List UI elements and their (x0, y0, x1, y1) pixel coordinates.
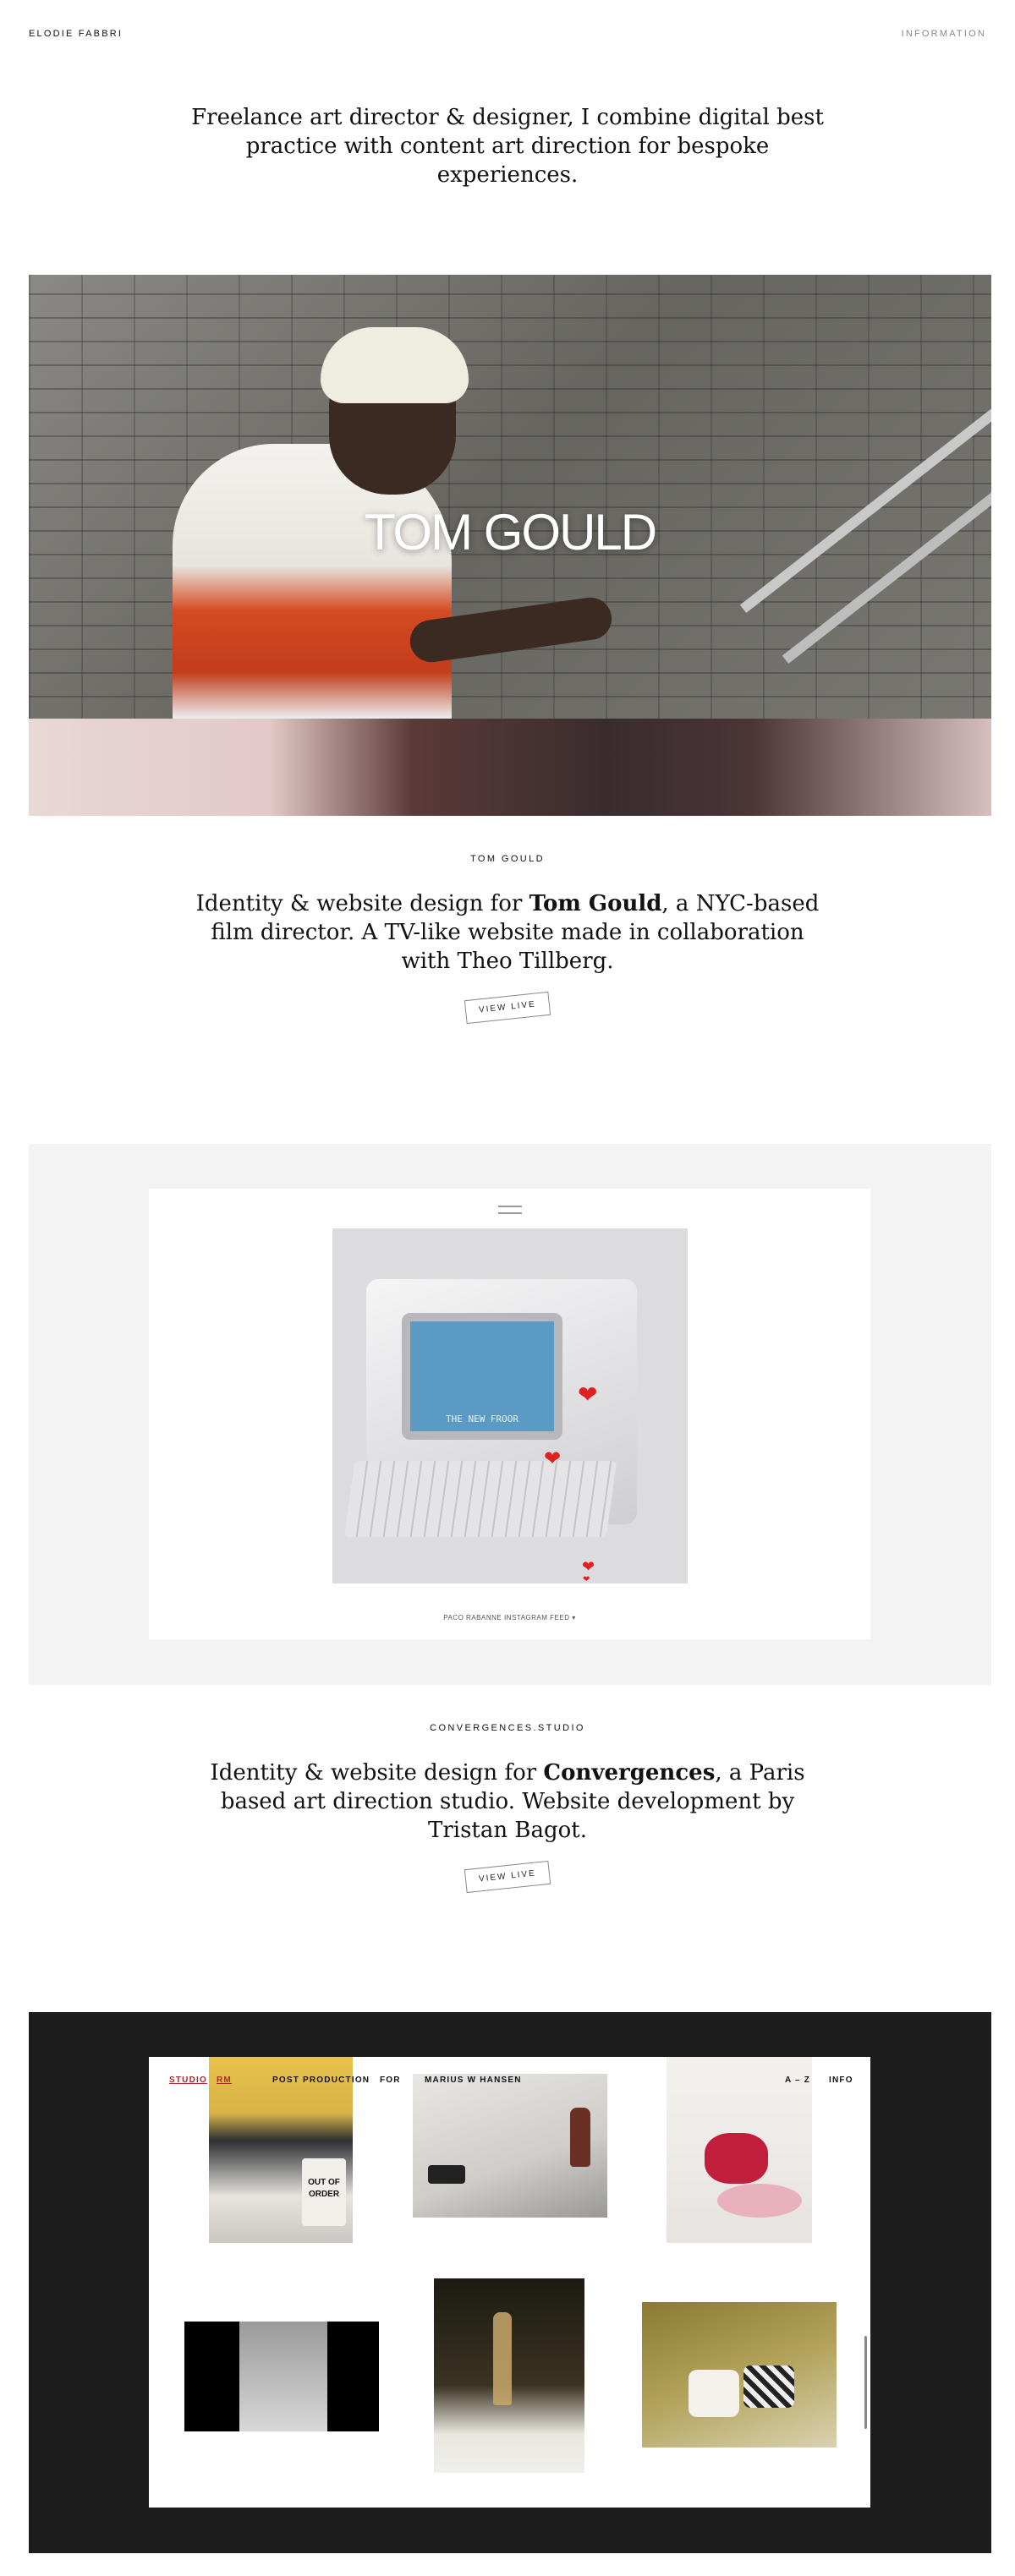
out-of-order-sign: OUT OF ORDER (302, 2158, 346, 2226)
bottle (493, 2312, 512, 2405)
computer-screen: THE NEW FROOR (402, 1313, 562, 1440)
figure-beret (321, 327, 469, 403)
view-live-button[interactable]: VIEW LIVE (464, 1860, 551, 1894)
intro-statement: Freelance art director & designer, I com… (191, 105, 824, 188)
scrollbar[interactable] (864, 2336, 867, 2429)
information-link[interactable]: INFORMATION (902, 29, 986, 39)
hero-title: TOM GOULD (364, 504, 657, 561)
toilet-roll (689, 2370, 739, 2417)
heart-icon: ❤ (544, 1447, 562, 1470)
heart-icon: ❤ (578, 1381, 598, 1408)
website-preview: THE NEW FROOR ❤ ❤ ❤ ❤ PACO RABANNE INSTA… (149, 1189, 870, 1639)
project-label: TOM GOULD (469, 854, 545, 864)
heart-icon: ❤ (582, 1558, 595, 1575)
nav-client[interactable]: MARIUS W HANSEN (425, 2076, 522, 2085)
dice-photo (239, 2322, 327, 2431)
client-name: Convergences (543, 1760, 716, 1786)
client-name: Tom Gould (529, 891, 662, 916)
thumbnail-still-life[interactable] (434, 2278, 584, 2473)
keyboard (343, 1461, 617, 1537)
rose (705, 2133, 768, 2184)
description-text: Identity & website design for (195, 891, 529, 916)
website-preview: STUDIO RM POST PRODUCTION FOR MARIUS W H… (149, 2057, 870, 2508)
heart-icon: ❤ (583, 1575, 590, 1583)
project-description: Identity & website design for Tom Gould,… (186, 889, 829, 976)
petals (717, 2184, 802, 2218)
nav-for: FOR (380, 2076, 401, 2085)
menu-icon[interactable] (498, 1206, 522, 1214)
screen-text: THE NEW FROOR (445, 1414, 519, 1425)
nav-code[interactable]: RM (217, 2076, 232, 2085)
description-text: Identity & website design for (210, 1760, 544, 1786)
project-description: Identity & website design for Convergenc… (186, 1758, 829, 1845)
nav-info[interactable]: INFO (829, 2076, 853, 2085)
bottle (570, 2108, 590, 2167)
thumbnail-rose[interactable] (667, 2057, 812, 2243)
computer-photo: THE NEW FROOR ❤ ❤ ❤ ❤ (332, 1228, 688, 1583)
brand-logo-link[interactable]: ELODIE FABBRI (29, 29, 123, 39)
thumbnail-toilet[interactable] (642, 2302, 837, 2447)
feed-caption: PACO RABANNE INSTAGRAM FEED ▾ (443, 1614, 576, 1622)
thumbnail-laundry[interactable]: OUT OF ORDER (209, 2057, 353, 2243)
nav-post-production[interactable]: POST PRODUCTION (272, 2076, 370, 2085)
top-bar: ELODIE FABBRI INFORMATION (0, 0, 1015, 68)
studio-rm-preview-panel[interactable]: STUDIO RM POST PRODUCTION FOR MARIUS W H… (29, 2012, 991, 2553)
nav-studio[interactable]: STUDIO (169, 2076, 207, 2085)
view-live-button[interactable]: VIEW LIVE (464, 991, 551, 1025)
feed-caption-text: PACO RABANNE INSTAGRAM FEED (443, 1614, 570, 1622)
video-bottom-strip (29, 719, 991, 816)
project-info-convergences: CONVERGENCES.STUDIO Identity & website d… (0, 1723, 1015, 1894)
project-info-tom-gould: TOM GOULD Identity & website design for … (0, 854, 1015, 1025)
convergences-preview-panel[interactable]: THE NEW FROOR ❤ ❤ ❤ ❤ PACO RABANNE INSTA… (29, 1144, 991, 1685)
radio (428, 2165, 465, 2184)
project-label: CONVERGENCES.STUDIO (430, 1723, 585, 1733)
patterned-object (743, 2365, 794, 2408)
thumbnail-dice[interactable] (184, 2322, 379, 2431)
nav-a-z[interactable]: A – Z (785, 2076, 810, 2085)
tom-gould-hero-image[interactable]: TOM GOULD (29, 275, 991, 816)
thumbnail-objects[interactable] (413, 2074, 607, 2218)
